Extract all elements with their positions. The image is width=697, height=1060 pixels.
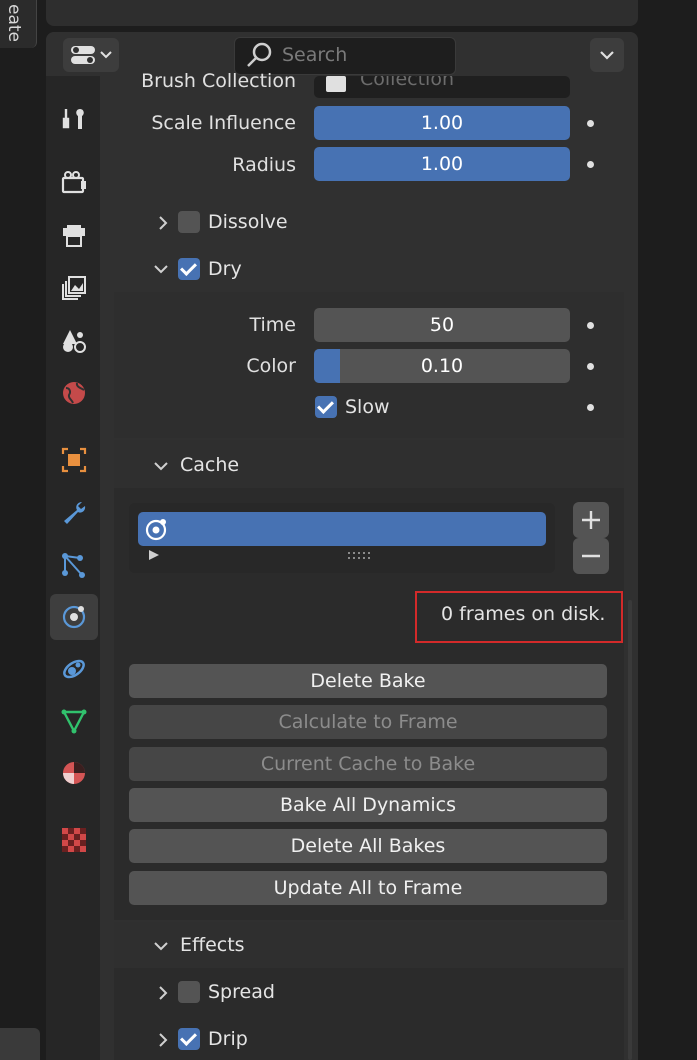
particles-icon xyxy=(62,553,85,578)
search-placeholder: Search xyxy=(282,44,348,66)
editor-type-button[interactable] xyxy=(63,38,119,72)
material-icon xyxy=(63,762,85,784)
update-all-to-frame-button[interactable]: Update All to Frame xyxy=(129,871,607,905)
drip-label: Drip xyxy=(208,1028,248,1050)
slow-label: Slow xyxy=(345,396,390,418)
time-field[interactable]: 50 xyxy=(314,308,570,342)
remove-cache-button[interactable] xyxy=(573,538,609,574)
tab-modifier[interactable] xyxy=(50,490,98,536)
left-corner-button[interactable] xyxy=(0,1028,40,1060)
dry-checkbox[interactable] xyxy=(178,258,200,280)
keyframe-dot[interactable] xyxy=(587,161,594,168)
modifier-icon xyxy=(64,502,86,524)
effects-title: Effects xyxy=(180,934,245,956)
cache-title: Cache xyxy=(180,454,240,476)
view-layer-icon xyxy=(62,276,86,300)
tab-constraints[interactable] xyxy=(50,646,98,692)
resize-grip-icon[interactable] xyxy=(346,550,374,562)
minus-icon xyxy=(582,554,600,558)
expand-triangle-icon[interactable] xyxy=(147,549,161,561)
dry-label: Dry xyxy=(208,258,242,280)
object-icon xyxy=(61,447,87,473)
delete-all-bakes-button[interactable]: Delete All Bakes xyxy=(129,829,607,863)
render-icon xyxy=(61,171,86,194)
chevron-right-icon[interactable] xyxy=(155,214,171,232)
brush-collection-field[interactable]: Collection xyxy=(314,76,570,98)
tab-data[interactable] xyxy=(50,698,98,744)
left-editor-tab[interactable]: eate xyxy=(0,0,37,48)
top-region xyxy=(46,0,638,26)
chevron-right-icon[interactable] xyxy=(155,1031,171,1049)
brush-collection-label: Brush Collection xyxy=(141,70,296,92)
tab-output[interactable] xyxy=(50,213,98,259)
tab-tool[interactable] xyxy=(50,96,98,142)
collection-icon xyxy=(326,76,346,92)
keyframe-dot[interactable] xyxy=(587,322,594,329)
tab-render[interactable] xyxy=(50,160,98,206)
tab-view-layer[interactable] xyxy=(50,265,98,311)
bake-all-dynamics-button[interactable]: Bake All Dynamics xyxy=(129,788,607,822)
tab-material[interactable] xyxy=(50,750,98,796)
cache-status: 0 frames on disk. xyxy=(441,603,606,625)
time-label: Time xyxy=(249,314,297,336)
tab-particles[interactable] xyxy=(50,542,98,588)
chevron-right-icon[interactable] xyxy=(155,984,171,1002)
scale-influence-field[interactable]: 1.00 xyxy=(314,106,570,140)
keyframe-dot[interactable] xyxy=(587,120,594,127)
chevron-down-icon xyxy=(600,51,614,60)
add-cache-button[interactable] xyxy=(573,502,609,538)
spread-label: Spread xyxy=(208,981,275,1003)
current-cache-to-bake-button[interactable]: Current Cache to Bake xyxy=(129,747,607,781)
scale-influence-label: Scale Influence xyxy=(151,112,296,134)
slow-checkbox[interactable] xyxy=(315,396,337,418)
radius-label: Radius xyxy=(232,154,296,176)
chevron-down-icon[interactable] xyxy=(152,938,170,954)
texture-icon xyxy=(62,828,86,852)
chevron-down-icon[interactable] xyxy=(152,261,170,277)
tab-physics[interactable] xyxy=(50,594,98,640)
dissolve-label: Dissolve xyxy=(208,211,288,233)
drip-checkbox[interactable] xyxy=(178,1028,200,1050)
chevron-down-icon[interactable] xyxy=(152,458,170,474)
plus-icon xyxy=(582,511,600,529)
constraints-icon xyxy=(63,659,85,679)
calculate-to-frame-button[interactable]: Calculate to Frame xyxy=(129,705,607,739)
cache-list-item[interactable] xyxy=(138,512,546,546)
radius-field[interactable]: 1.00 xyxy=(314,147,570,181)
keyframe-dot[interactable] xyxy=(587,404,594,411)
delete-bake-button[interactable]: Delete Bake xyxy=(129,664,607,698)
tool-icon xyxy=(62,109,84,129)
scrollbar[interactable] xyxy=(628,600,632,1060)
tab-world[interactable] xyxy=(50,370,98,416)
options-dropdown[interactable] xyxy=(590,38,624,72)
tab-texture[interactable] xyxy=(50,817,98,863)
output-icon xyxy=(63,225,85,247)
color-label: Color xyxy=(246,355,296,377)
editor-type-icon xyxy=(71,46,112,64)
tab-scene[interactable] xyxy=(50,318,98,364)
physics-icon xyxy=(62,605,86,629)
tab-object[interactable] xyxy=(50,437,98,483)
scene-icon xyxy=(63,330,86,353)
spread-checkbox[interactable] xyxy=(178,981,200,1003)
color-slider-fill xyxy=(314,349,340,383)
world-icon xyxy=(63,382,85,404)
color-field[interactable]: 0.10 xyxy=(314,349,570,383)
keyframe-dot[interactable] xyxy=(587,363,594,370)
data-icon xyxy=(61,709,87,734)
dissolve-checkbox[interactable] xyxy=(178,211,200,233)
search-icon xyxy=(247,42,272,67)
physics-icon xyxy=(145,519,167,541)
